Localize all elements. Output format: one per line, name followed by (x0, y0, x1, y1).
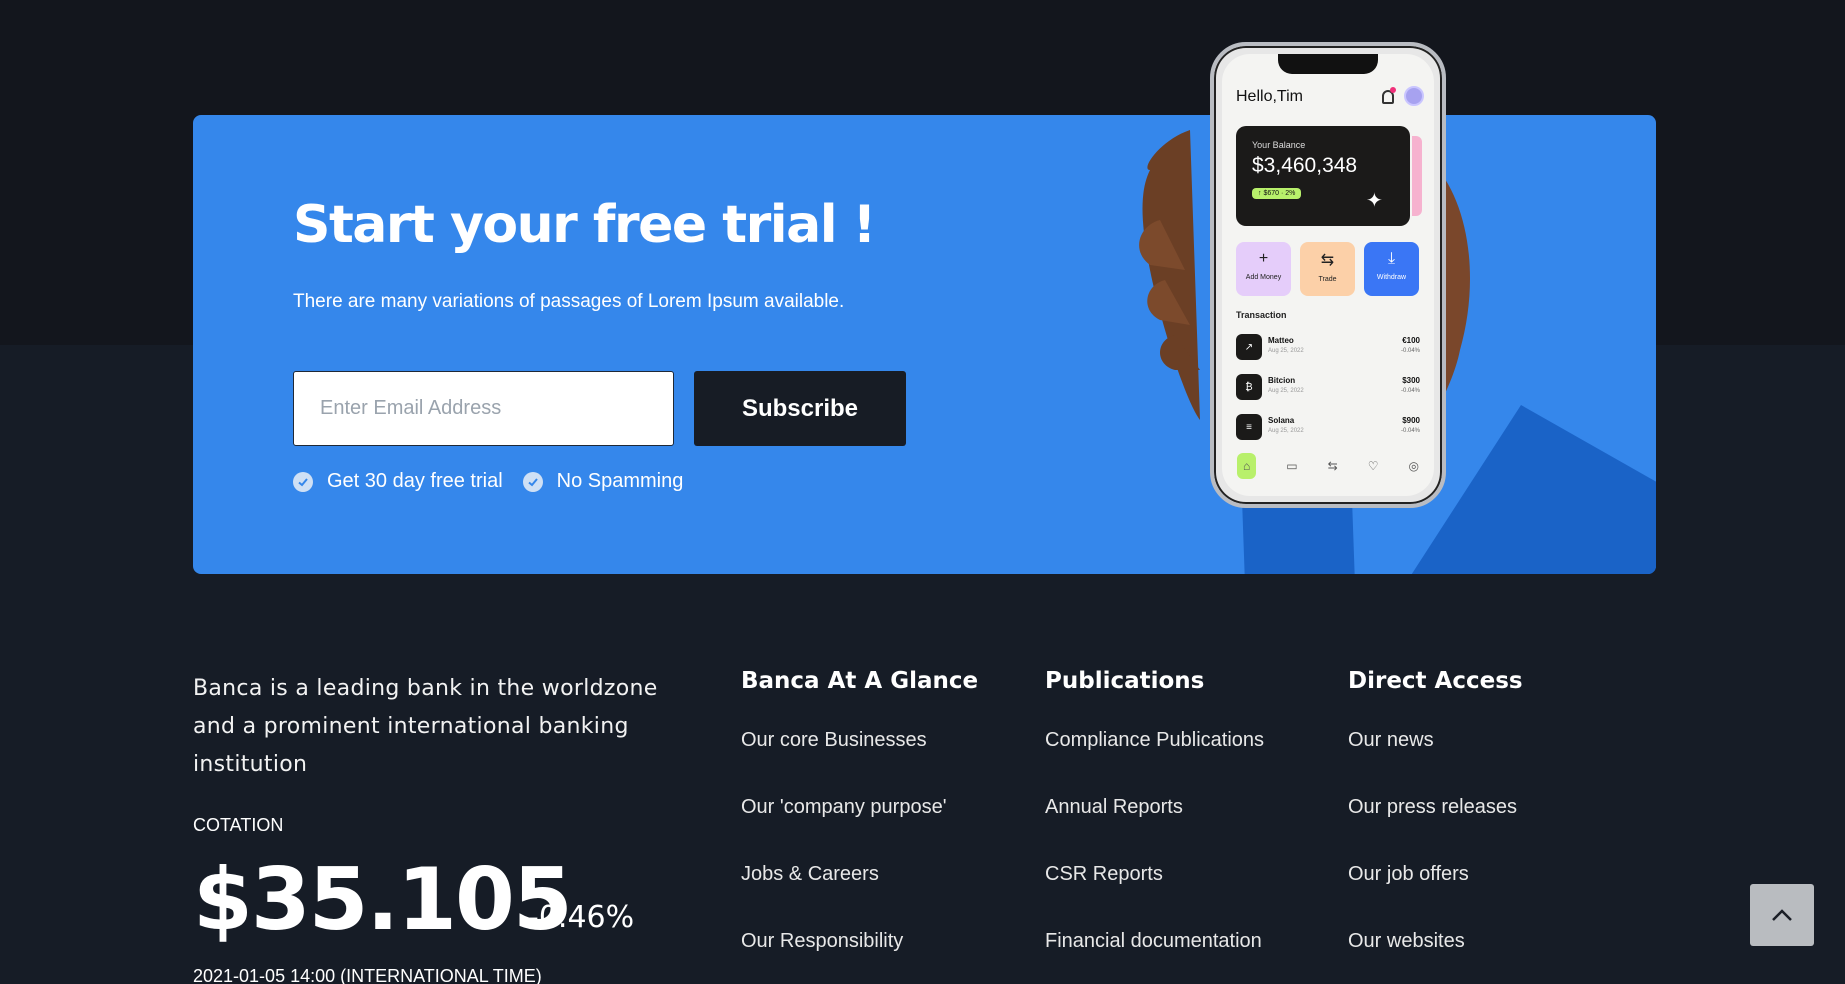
card-icon: ▭ (1286, 459, 1298, 473)
compass-icon: ◎ (1408, 459, 1419, 473)
transaction-amount: $900 (1402, 416, 1420, 425)
footer-link-news[interactable]: Our news (1348, 728, 1523, 752)
check-circle-icon (522, 471, 543, 492)
cta-title: Start your free trial ! (293, 195, 876, 255)
download-icon: ⤓ (1387, 250, 1396, 267)
transaction-change: -0.04% (1400, 428, 1420, 434)
phone-bottom-nav: ⌂ ▭ ⇆ ♡ ◎ (1222, 446, 1434, 486)
notification-dot (1390, 87, 1396, 93)
heart-icon: ♡ (1367, 459, 1379, 473)
transaction-amount: €100 (1402, 336, 1420, 345)
column-title: Banca At A Glance (741, 668, 979, 694)
home-icon: ⌂ (1237, 453, 1257, 479)
balance-value: $3,460,348 (1252, 154, 1358, 177)
withdraw-action: ⤓ Withdraw (1364, 242, 1419, 296)
action-label: Trade (1318, 276, 1337, 283)
action-label: Add Money (1245, 274, 1282, 281)
phone-notch (1278, 54, 1378, 74)
footer-link-job-offers[interactable]: Our job offers (1348, 862, 1523, 886)
transaction-name: Bitcion (1268, 376, 1296, 385)
perk-label: No Spamming (556, 470, 684, 492)
column-title: Publications (1045, 668, 1205, 694)
balance-change-badge: ↑ $670 · 2% (1252, 188, 1302, 199)
action-label: Withdraw (1376, 274, 1407, 281)
trade-action: ⇆ Trade (1300, 242, 1355, 296)
avatar (1404, 86, 1424, 106)
perks-list: Get 30 day free trial No Spamming (293, 470, 703, 493)
sparkle-icon: ✦ (1366, 190, 1383, 212)
footer-link-jobs-careers[interactable]: Jobs & Careers (741, 862, 978, 886)
perk-item: Get 30 day free trial (293, 470, 503, 493)
footer-link-compliance[interactable]: Compliance Publications (1045, 728, 1264, 752)
cta-subtitle: There are many variations of passages of… (293, 291, 845, 312)
quote-timestamp: 2021-01-05 14:00 (INTERNATIONAL TIME) (193, 966, 542, 984)
swap-icon: ⇆ (1320, 252, 1335, 269)
footer-link-financial-docs[interactable]: Financial documentation (1045, 929, 1264, 953)
solana-icon: ≡ (1236, 414, 1262, 440)
email-input[interactable] (293, 371, 674, 446)
subscribe-button[interactable]: Subscribe (694, 371, 906, 446)
add-money-action: + Add Money (1236, 242, 1291, 296)
column-title: Direct Access (1348, 668, 1523, 694)
balance-card: Your Balance $3,460,348 ↑ $670 · 2% ✦ (1236, 126, 1410, 226)
phone-greeting: Hello,Tim (1236, 88, 1303, 105)
phone-screen: Hello,Tim Your Balance $3,460,348 ↑ $670… (1222, 54, 1434, 496)
footer-column-publications: Publications Compliance Publications Ann… (1045, 668, 1264, 984)
stock-price: $35.105 (193, 850, 573, 950)
perk-item: No Spamming (522, 470, 684, 493)
transaction-row: ≡ Solana Aug 25, 2022 $900 -0.04% (1236, 414, 1420, 442)
footer-link-responsibility[interactable]: Our Responsibility (741, 929, 978, 953)
transaction-date: Aug 25, 2022 (1268, 348, 1304, 354)
stock-change: -0.46% (528, 900, 635, 935)
transaction-name: Matteo (1268, 336, 1294, 345)
footer-link-press-releases[interactable]: Our press releases (1348, 795, 1523, 819)
footer-link-csr-reports[interactable]: CSR Reports (1045, 862, 1264, 886)
footer-link-company-purpose[interactable]: Our 'company purpose' (741, 795, 978, 819)
cotation-label: COTATION (193, 815, 284, 835)
transaction-row: ↗ Matteo Aug 25, 2022 €100 -0.04% (1236, 334, 1420, 362)
transaction-date: Aug 25, 2022 (1268, 388, 1304, 394)
bitcoin-icon: ₿ (1236, 374, 1262, 400)
plus-icon: + (1258, 250, 1269, 267)
footer-link-websites[interactable]: Our websites (1348, 929, 1523, 953)
secondary-card (1412, 136, 1422, 216)
balance-label: Your Balance (1252, 140, 1306, 150)
transaction-amount: $300 (1402, 376, 1420, 385)
footer-column-direct-access: Direct Access Our news Our press release… (1348, 668, 1523, 984)
footer-link-annual-reports[interactable]: Annual Reports (1045, 795, 1264, 819)
scroll-to-top-button[interactable] (1750, 884, 1814, 946)
phone-mockup: Hello,Tim Your Balance $3,460,348 ↑ $670… (1210, 42, 1446, 508)
footer-link-core-businesses[interactable]: Our core Businesses (741, 728, 978, 752)
transaction-date: Aug 25, 2022 (1268, 428, 1304, 434)
transactions-title: Transaction (1236, 310, 1287, 320)
swap-icon: ⇆ (1327, 459, 1338, 473)
about-text: Banca is a leading bank in the worldzone… (193, 676, 658, 777)
transaction-change: -0.04% (1400, 388, 1420, 394)
check-circle-icon (293, 471, 313, 492)
link-icon: ↗ (1236, 334, 1262, 360)
chevron-up-icon (1772, 909, 1792, 921)
transaction-change: -0.04% (1400, 348, 1420, 354)
footer-column-banca: Banca At A Glance Our core Businesses Ou… (741, 668, 978, 984)
transaction-name: Solana (1268, 416, 1295, 425)
transaction-row: ₿ Bitcion Aug 25, 2022 $300 -0.04% (1236, 374, 1420, 402)
perk-label: Get 30 day free trial (327, 470, 503, 492)
